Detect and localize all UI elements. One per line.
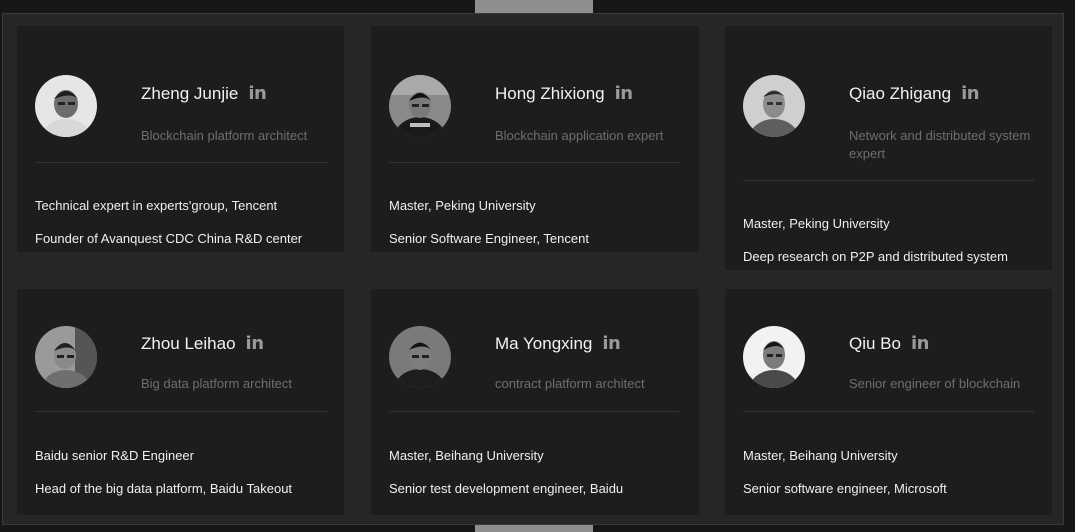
- team-card: Ma Yongxing in contract platform archite…: [371, 289, 699, 515]
- member-detail: Deep research on P2P and distributed sys…: [743, 249, 1008, 264]
- card-divider: [35, 162, 327, 163]
- member-detail: Head of the big data platform, Baidu Tak…: [35, 481, 293, 496]
- member-role: Big data platform architect: [141, 376, 293, 391]
- team-card: Qiu Bo in Senior engineer of blockchain …: [725, 289, 1052, 515]
- card-divider: [35, 411, 327, 412]
- member-detail: Master, Beihang University: [743, 448, 898, 463]
- card-divider: [389, 162, 679, 163]
- linkedin-icon[interactable]: in: [246, 333, 264, 355]
- card-divider: [389, 411, 679, 412]
- team-panel: Zheng Junjie in Blockchain platform arch…: [2, 13, 1064, 525]
- linkedin-icon[interactable]: in: [602, 333, 620, 355]
- member-detail: Senior test development engineer, Baidu: [389, 481, 624, 496]
- member-role: contract platform architect: [495, 376, 645, 391]
- linkedin-icon[interactable]: in: [615, 83, 633, 105]
- member-role: Blockchain application expert: [495, 128, 664, 143]
- member-detail: Baidu senior R&D Engineer: [35, 448, 194, 463]
- member-name: Hong Zhixiong: [495, 84, 605, 103]
- card-divider: [743, 411, 1034, 412]
- member-name: Zheng Junjie: [141, 84, 239, 103]
- top-scroll-tab: [475, 0, 593, 14]
- avatar: [35, 326, 97, 388]
- member-detail: Master, Peking University: [389, 198, 536, 213]
- team-section: Zheng Junjie in Blockchain platform arch…: [0, 0, 1075, 532]
- member-name: Qiao Zhigang: [849, 84, 952, 103]
- member-role: Network and distributed system expert: [849, 128, 1031, 161]
- avatar: [35, 75, 97, 137]
- team-card: Hong Zhixiong in Blockchain application …: [371, 26, 699, 252]
- member-detail: Master, Peking University: [743, 216, 890, 231]
- team-card: Zhou Leihao in Big data platform archite…: [17, 289, 344, 515]
- linkedin-icon[interactable]: in: [248, 83, 266, 105]
- member-detail: Technical expert in experts'group, Tence…: [35, 198, 278, 213]
- avatar: [389, 75, 451, 137]
- member-role: Blockchain platform architect: [141, 128, 308, 143]
- member-name: Qiu Bo: [849, 334, 901, 353]
- avatar: [389, 326, 451, 388]
- linkedin-icon[interactable]: in: [911, 333, 929, 355]
- avatar: [743, 326, 805, 388]
- member-name: Zhou Leihao: [141, 334, 236, 353]
- team-card: Qiao Zhigang in Network and distributed …: [725, 26, 1052, 270]
- member-role: Senior engineer of blockchain: [849, 376, 1021, 391]
- avatar: [743, 75, 805, 137]
- member-detail: Founder of Avanquest CDC China R&D cente…: [35, 231, 303, 246]
- member-detail: Senior software engineer, Microsoft: [743, 481, 947, 496]
- member-name: Ma Yongxing: [495, 334, 593, 353]
- member-detail: Master, Beihang University: [389, 448, 544, 463]
- card-divider: [743, 180, 1034, 181]
- linkedin-icon[interactable]: in: [961, 83, 979, 105]
- team-card: Zheng Junjie in Blockchain platform arch…: [17, 26, 344, 252]
- member-detail: Senior Software Engineer, Tencent: [389, 231, 589, 246]
